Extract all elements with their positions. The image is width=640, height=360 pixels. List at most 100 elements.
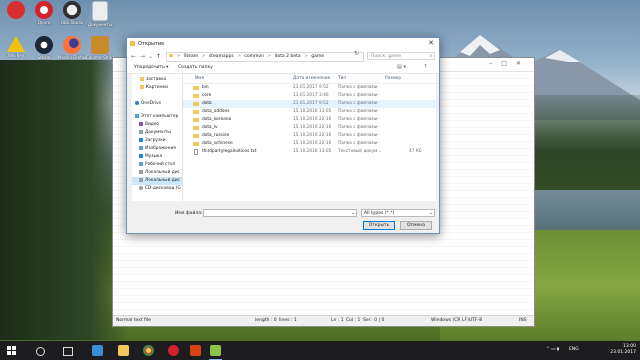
filetype-select[interactable]: All types (*.*) ⌄ [361, 209, 435, 217]
file-name: thirdpartylegalnotices.txt [202, 149, 257, 154]
sidebar-item-this-pc[interactable]: Этот компьютер [132, 113, 182, 121]
desktop-icon-opera[interactable]: Opera [30, 1, 58, 25]
windows-start-icon[interactable] [7, 346, 16, 355]
cancel-button[interactable]: Отмена [400, 221, 432, 230]
file-date: 15.10.2016 22:16 [293, 117, 332, 122]
desktop-icon-firefox[interactable]: Mozilla Firefox [58, 36, 86, 60]
back-arrow-icon[interactable]: ← [131, 53, 136, 60]
desktop-icon-csgo[interactable]: Counter-Strike Global Off... [86, 36, 114, 60]
file-row[interactable]: dota_addons 15.10.2016 13:05 Папка с файла… [183, 108, 436, 116]
breadcrumb-steam[interactable]: Steam [184, 54, 199, 59]
file-row[interactable]: bin 23.01.2017 9:52 Папка с файлами [183, 84, 436, 92]
column-size[interactable]: Размер [385, 76, 401, 81]
task-view-icon[interactable] [63, 347, 73, 356]
desktop-icon-1[interactable] [2, 1, 30, 20]
cloud-icon [135, 100, 139, 105]
column-name[interactable]: Имя [195, 76, 204, 81]
file-name: dota_russian [202, 133, 230, 138]
status-lines: lines : 1 [279, 318, 297, 323]
chrome-icon[interactable] [143, 345, 154, 356]
new-folder-button[interactable]: Создать папку [178, 65, 213, 70]
recent-locations-icon[interactable]: ⌄ [148, 53, 153, 60]
sidebar-item-downloads[interactable]: Загрузки [132, 137, 182, 145]
desktop-icon-warning[interactable]: Win Key [2, 36, 30, 58]
sidebar-item-desktop[interactable]: Рабочий стол [132, 161, 182, 169]
close-icon[interactable]: ✕ [428, 39, 434, 47]
folder-icon [140, 76, 144, 81]
file-list[interactable]: Имя Дата изменения Тип Размер bin 23.01.2… [183, 74, 436, 201]
filename-input[interactable]: ⌄ [203, 209, 357, 217]
edge-icon[interactable] [92, 345, 103, 356]
sidebar-item-local-disk-1[interactable]: Локальный дис [132, 169, 182, 177]
navigation-pane[interactable]: заставка Картинки OneDrive Этот компьюте… [132, 74, 183, 201]
search-input[interactable]: Поиск: game ⌕ [367, 52, 435, 60]
folder-icon [140, 84, 144, 89]
status-ln: Ln : 1 [331, 318, 344, 323]
taskbar: ⌃ ▭ ◗ ENG 13:00 23.01.2017 [0, 341, 640, 360]
filename-label: Имя файла: [175, 211, 203, 216]
open-button[interactable]: Открыть [363, 221, 395, 230]
file-name: dota_schinese [202, 141, 233, 146]
sidebar-item-pictures[interactable]: Картинки [132, 84, 182, 92]
window-controls[interactable]: –□✕ [489, 60, 530, 67]
file-row[interactable]: dota 21.01.2017 9:52 Папка с файлами [183, 100, 436, 108]
desktop-icon-obs[interactable]: OBS Studio [58, 1, 86, 25]
up-arrow-icon[interactable]: ↑ [156, 53, 161, 60]
opera-icon[interactable] [168, 345, 179, 356]
desktop-icon-documents[interactable]: Документы [86, 1, 114, 27]
dialog-title: Открытие [138, 41, 165, 47]
column-date[interactable]: Дата изменения [293, 76, 330, 81]
navigation-bar: ← → ⌄ ↑ > Steam > steamapps > common > d… [127, 50, 439, 63]
folder-icon [193, 134, 199, 138]
forward-arrow-icon[interactable]: → [140, 53, 145, 60]
file-date: 15.10.2016 22:16 [293, 141, 332, 146]
tray-icons[interactable]: ⌃ ▭ ◗ [546, 347, 559, 352]
app-icon[interactable] [190, 345, 201, 356]
breadcrumb-separator: > [201, 54, 206, 59]
steam-icon [35, 36, 53, 54]
sidebar-item-cd-drive[interactable]: CD-дисковод (G [132, 185, 182, 193]
file-explorer-icon[interactable] [118, 345, 129, 356]
sidebar-item-video[interactable]: Видео [132, 121, 182, 129]
command-bar: Упорядочить ▾ Создать папку ▤ ▾ ? [127, 63, 439, 74]
help-icon[interactable]: ? [424, 64, 427, 70]
chevron-down-icon[interactable]: ⌄ [351, 210, 355, 216]
file-row[interactable]: dota_lv 15.10.2016 22:16 Папка с файлами [183, 124, 436, 132]
breadcrumb-game[interactable]: game [311, 54, 324, 59]
images-icon [139, 145, 143, 150]
file-row[interactable]: dota_koreana 15.10.2016 22:16 Папка с файл… [183, 116, 436, 124]
view-options-icon[interactable]: ▤ ▾ [397, 64, 406, 70]
file-row[interactable]: thirdpartylegalnotices.txt 15.10.2016 13:… [183, 148, 436, 156]
sidebar-item-music[interactable]: Музыка [132, 153, 182, 161]
file-row[interactable]: dota_russian 15.10.2016 22:16 Папка с файл… [183, 132, 436, 140]
breadcrumb-separator: > [176, 54, 181, 59]
sidebar-item-documents[interactable]: Документы [132, 129, 182, 137]
organize-button[interactable]: Упорядочить ▾ [134, 65, 168, 70]
clock[interactable]: 13:00 23.01.2017 [610, 344, 636, 356]
notepadpp-icon[interactable] [209, 345, 222, 360]
file-row[interactable]: dota_schinese 15.10.2016 22:16 Папка с фай… [183, 140, 436, 148]
language-indicator[interactable]: ENG [569, 347, 579, 352]
file-row[interactable]: core 13.01.2017 3:46 Папка с файлами [183, 92, 436, 100]
breadcrumb-steamapps[interactable]: steamapps [209, 54, 234, 59]
folder-icon [193, 86, 199, 90]
breadcrumb-dota2beta[interactable]: dota 2 beta [275, 54, 301, 59]
folder-icon [193, 126, 199, 130]
file-size: 47 КБ [409, 149, 422, 154]
file-name: bin [202, 85, 209, 90]
refresh-icon[interactable]: ↻ [354, 50, 359, 57]
opera-icon [35, 1, 53, 19]
column-type[interactable]: Тип [338, 76, 346, 81]
breadcrumb-common[interactable]: common [244, 54, 264, 59]
chevron-down-icon[interactable]: ⌄ [429, 210, 433, 217]
search-icon[interactable] [36, 347, 45, 356]
cd-drive-icon [139, 185, 143, 190]
desktop-icon-steam[interactable]: Steam [30, 36, 58, 60]
address-bar[interactable]: > Steam > steamapps > common > dota 2 be… [166, 52, 364, 62]
sidebar-item-onedrive[interactable]: OneDrive [132, 100, 182, 108]
folder-icon [193, 142, 199, 146]
sidebar-item-zastavka[interactable]: заставка [132, 76, 182, 84]
open-file-dialog[interactable]: Открытие ✕ ← → ⌄ ↑ > Steam > steamapps >… [126, 37, 440, 234]
sidebar-item-images[interactable]: Изображения [132, 145, 182, 153]
sidebar-item-local-disk-2[interactable]: Локальный дис [132, 177, 182, 185]
